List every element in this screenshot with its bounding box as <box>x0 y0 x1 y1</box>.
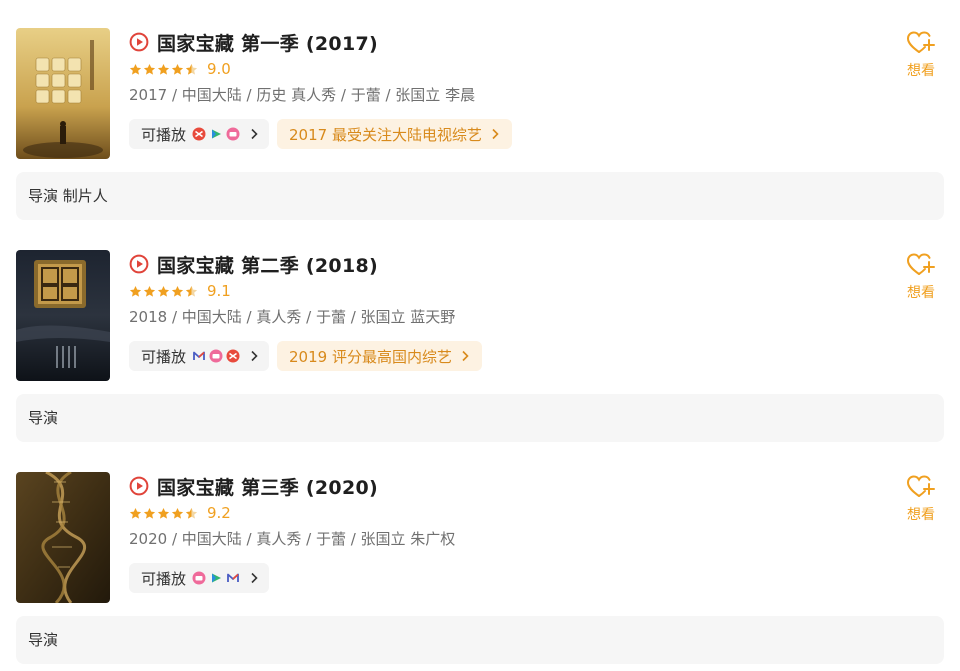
score-value: 9.1 <box>207 282 231 300</box>
chevron-right-icon <box>251 350 258 362</box>
playable-label: 可播放 <box>141 347 187 366</box>
list-item: 国家宝藏 第二季 (2018) 9.1 2018 / 中国大陆 / 真人秀 / … <box>0 222 960 444</box>
want-to-watch-label: 想看 <box>907 507 935 523</box>
heart-plus-icon <box>906 475 935 497</box>
item-meta: 2017 / 中国大陆 / 历史 真人秀 / 于蕾 / 张国立 李晨 <box>129 86 476 104</box>
poster-graphic <box>16 28 110 159</box>
star-full-icon <box>143 507 156 519</box>
platform-c-icon <box>192 571 206 585</box>
rating-row: 9.1 <box>129 278 860 304</box>
score-value: 9.2 <box>207 504 231 522</box>
role-bar: 导演 制片人 <box>16 172 944 220</box>
star-half-icon <box>185 285 198 297</box>
want-to-watch-button[interactable]: 想看 <box>904 30 938 80</box>
star-full-icon <box>143 285 156 297</box>
item-title[interactable]: 国家宝藏 第三季 (2020) <box>157 473 378 500</box>
star-full-icon <box>143 63 156 75</box>
playable-label: 可播放 <box>141 125 187 144</box>
item-meta: 2020 / 中国大陆 / 真人秀 / 于蕾 / 张国立 朱广权 <box>129 530 456 548</box>
score-value: 9.0 <box>207 60 231 78</box>
role-bar: 导演 <box>16 394 944 442</box>
poster-graphic <box>16 472 110 603</box>
playable-label: 可播放 <box>141 569 187 588</box>
role-bar: 导演 <box>16 616 944 664</box>
rating-row: 9.0 <box>129 56 860 82</box>
award-badge[interactable]: 2019 评分最高国内综艺 <box>277 341 482 371</box>
title-row[interactable]: 国家宝藏 第二季 (2018) <box>129 250 860 278</box>
platform-b-icon <box>212 573 222 583</box>
chevron-right-icon <box>251 572 258 584</box>
platform-a-icon <box>192 127 206 141</box>
heart-plus-icon <box>906 253 935 275</box>
star-full-icon <box>171 507 184 519</box>
platform-b-icon <box>212 129 222 139</box>
play-icon <box>129 254 149 274</box>
star-full-icon <box>157 285 170 297</box>
star-half-icon <box>185 63 198 75</box>
item-info: 国家宝藏 第一季 (2017) 9.0 2017 / 中国大陆 / 历史 真人秀… <box>129 28 860 149</box>
platform-d-icon <box>227 573 239 582</box>
item-meta: 2018 / 中国大陆 / 真人秀 / 于蕾 / 张国立 蓝天野 <box>129 308 456 326</box>
chevron-right-icon <box>492 128 499 140</box>
item-title[interactable]: 国家宝藏 第二季 (2018) <box>157 251 378 278</box>
chips-row: 可播放 2019 评分最高国内综艺 <box>129 341 860 371</box>
award-label: 2017 最受关注大陆电视综艺 <box>289 125 482 144</box>
want-to-watch-label: 想看 <box>907 285 935 301</box>
star-full-icon <box>171 63 184 75</box>
platform-c-icon <box>209 349 223 363</box>
award-badge[interactable]: 2017 最受关注大陆电视综艺 <box>277 119 512 149</box>
playable-button[interactable]: 可播放 <box>129 119 270 149</box>
list-item: 国家宝藏 第一季 (2017) 9.0 2017 / 中国大陆 / 历史 真人秀… <box>0 0 960 222</box>
item-info: 国家宝藏 第二季 (2018) 9.1 2018 / 中国大陆 / 真人秀 / … <box>129 250 860 371</box>
play-icon <box>129 476 149 496</box>
star-full-icon <box>129 507 142 519</box>
platform-c-icon <box>226 127 240 141</box>
star-full-icon <box>157 63 170 75</box>
poster-image[interactable] <box>16 472 110 603</box>
award-label: 2019 评分最高国内综艺 <box>289 347 452 366</box>
play-icon <box>129 32 149 52</box>
poster-image[interactable] <box>16 250 110 381</box>
star-rating <box>129 507 199 520</box>
star-half-icon <box>185 507 198 519</box>
platform-a-icon <box>226 349 240 363</box>
want-to-watch-button[interactable]: 想看 <box>904 474 938 524</box>
chips-row: 可播放 <box>129 563 860 593</box>
list-item: 国家宝藏 第三季 (2020) 9.2 2020 / 中国大陆 / 真人秀 / … <box>0 444 960 666</box>
rating-row: 9.2 <box>129 500 860 526</box>
star-full-icon <box>129 63 142 75</box>
poster-graphic <box>16 250 110 381</box>
item-info: 国家宝藏 第三季 (2020) 9.2 2020 / 中国大陆 / 真人秀 / … <box>129 472 860 593</box>
chevron-right-icon <box>462 350 469 362</box>
chevron-right-icon <box>251 128 258 140</box>
title-row[interactable]: 国家宝藏 第一季 (2017) <box>129 28 860 56</box>
chips-row: 可播放 2017 最受关注大陆电视综艺 <box>129 119 860 149</box>
poster-image[interactable] <box>16 28 110 159</box>
item-title[interactable]: 国家宝藏 第一季 (2017) <box>157 29 378 56</box>
star-full-icon <box>171 285 184 297</box>
want-to-watch-label: 想看 <box>907 63 935 79</box>
star-full-icon <box>157 507 170 519</box>
star-rating <box>129 285 199 298</box>
heart-plus-icon <box>906 31 935 53</box>
star-full-icon <box>129 285 142 297</box>
platform-d-icon <box>193 351 205 360</box>
want-to-watch-button[interactable]: 想看 <box>904 252 938 302</box>
title-row[interactable]: 国家宝藏 第三季 (2020) <box>129 472 860 500</box>
playable-button[interactable]: 可播放 <box>129 341 270 371</box>
star-rating <box>129 63 199 76</box>
playable-button[interactable]: 可播放 <box>129 563 270 593</box>
